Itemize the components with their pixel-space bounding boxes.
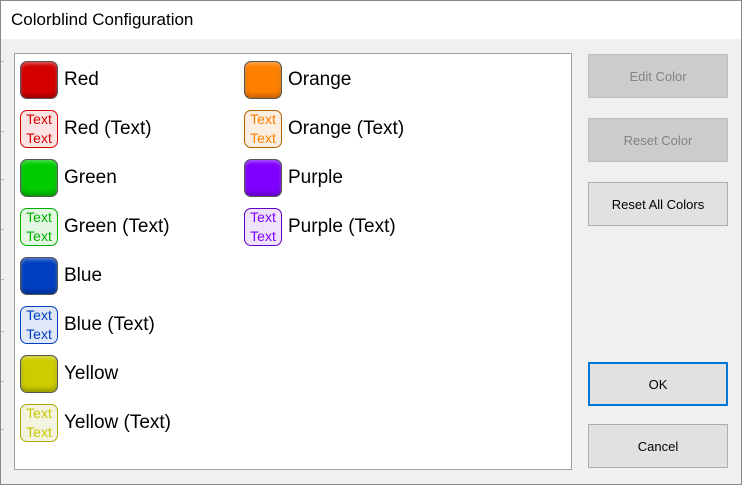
color-item-label: Red (Text): [64, 118, 152, 139]
swatch-text-line: Text: [26, 424, 52, 440]
swatch-text-line: Text: [26, 228, 52, 244]
color-item-label: Blue (Text): [64, 314, 155, 335]
color-item-orange-text[interactable]: Text Text Orange (Text): [244, 108, 404, 150]
yellow-text-swatch: Text Text: [20, 404, 58, 442]
swatch-text-line: Text: [26, 307, 52, 323]
color-item-label: Green: [64, 167, 117, 188]
red-swatch: [20, 61, 58, 99]
color-item-blue-text[interactable]: Text Text Blue (Text): [20, 304, 155, 346]
color-item-red[interactable]: Red: [20, 59, 99, 101]
green-swatch: [20, 159, 58, 197]
orange-text-swatch: Text Text: [244, 110, 282, 148]
color-item-label: Orange (Text): [288, 118, 405, 139]
color-item-green[interactable]: Green: [20, 157, 117, 199]
ok-button[interactable]: OK: [588, 362, 728, 406]
color-item-label: Purple: [288, 167, 343, 188]
color-item-blue[interactable]: Blue: [20, 255, 102, 297]
color-item-label: Yellow: [64, 363, 119, 384]
swatch-text-line: Text: [250, 111, 276, 127]
color-item-label: Yellow (Text): [64, 412, 172, 433]
purple-text-swatch: Text Text: [244, 208, 282, 246]
color-item-label: Blue: [64, 265, 103, 286]
color-item-orange[interactable]: Orange: [244, 59, 351, 101]
color-item-green-text[interactable]: Text Text Green (Text): [20, 206, 170, 248]
left-edge-marks: [1, 61, 7, 461]
color-item-yellow-text[interactable]: Text Text Yellow (Text): [20, 402, 171, 444]
cancel-button[interactable]: Cancel: [588, 424, 728, 468]
color-item-label: Orange: [288, 69, 352, 90]
blue-text-swatch: Text Text: [20, 306, 58, 344]
color-list: Red Text Text Red (Text) Green Text Text…: [14, 53, 572, 470]
purple-swatch: [244, 159, 282, 197]
color-item-purple-text[interactable]: Text Text Purple (Text): [244, 206, 396, 248]
swatch-text-line: Text: [26, 326, 52, 342]
reset-all-colors-button[interactable]: Reset All Colors: [588, 182, 728, 226]
swatch-text-line: Text: [26, 405, 52, 421]
dialog-title: Colorblind Configuration: [11, 10, 194, 29]
swatch-text-line: Text: [250, 130, 276, 146]
color-item-purple[interactable]: Purple: [244, 157, 343, 199]
blue-swatch: [20, 257, 58, 295]
color-item-label: Green (Text): [64, 216, 170, 237]
green-text-swatch: Text Text: [20, 208, 58, 246]
orange-swatch: [244, 61, 282, 99]
yellow-swatch: [20, 355, 58, 393]
colorblind-config-dialog: Colorblind Configuration Red Text Text R…: [0, 0, 742, 485]
swatch-text-line: Text: [26, 130, 52, 146]
swatch-text-line: Text: [250, 228, 276, 244]
color-item-red-text[interactable]: Text Text Red (Text): [20, 108, 152, 150]
title-bar: Colorblind Configuration: [1, 1, 741, 39]
swatch-text-line: Text: [250, 209, 276, 225]
swatch-text-line: Text: [26, 111, 52, 127]
swatch-text-line: Text: [26, 209, 52, 225]
color-item-label: Purple (Text): [288, 216, 396, 237]
edit-color-button[interactable]: Edit Color: [588, 54, 728, 98]
red-text-swatch: Text Text: [20, 110, 58, 148]
color-item-label: Red: [64, 69, 99, 90]
color-item-yellow[interactable]: Yellow: [20, 353, 118, 395]
reset-color-button[interactable]: Reset Color: [588, 118, 728, 162]
